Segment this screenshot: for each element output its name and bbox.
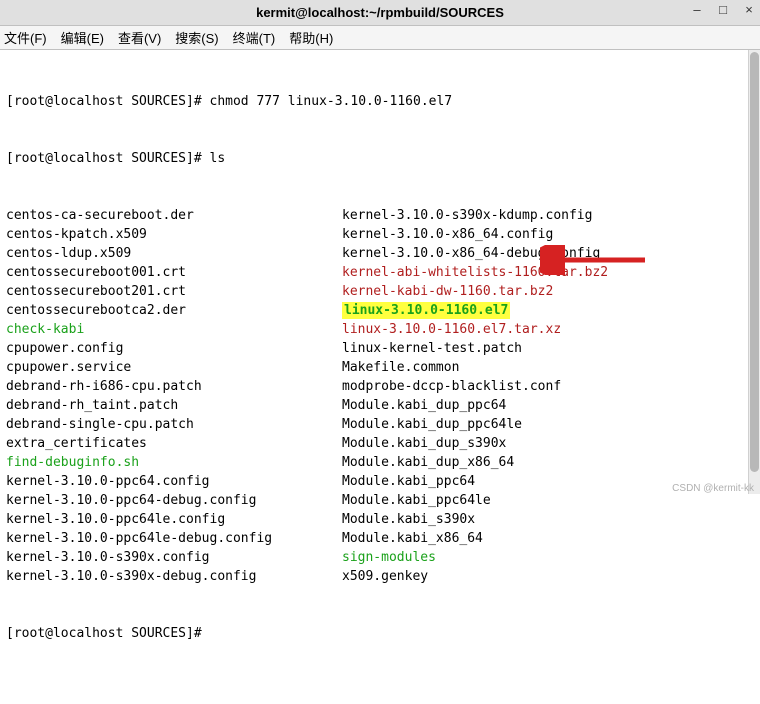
file-entry: Module.kabi_dup_ppc64le [342,417,522,432]
file-entry: kernel-3.10.0-ppc64.config [6,474,210,489]
listing-row: centos-ca-secureboot.der kernel-3.10.0-s3… [6,206,754,225]
file-entry: Module.kabi_dup_x86_64 [342,455,514,470]
listing-row: centos-ldup.x509 kernel-3.10.0-x86_64-deb… [6,244,754,263]
listing-row: centos-kpatch.x509 kernel-3.10.0-x86_64.c… [6,225,754,244]
file-entry: kernel-3.10.0-x86_64-debug.config [342,246,600,261]
file-entry: modprobe-dccp-blacklist.conf [342,379,561,394]
file-entry: kernel-3.10.0-s390x-kdump.config [342,208,592,223]
prompt-line-1: [root@localhost SOURCES]# chmod 777 linu… [6,92,754,111]
menu-search[interactable]: 搜索(S) [175,28,218,47]
maximize-button[interactable]: □ [716,2,730,17]
file-entry: centossecureboot001.crt [6,265,186,280]
menu-view[interactable]: 查看(V) [118,28,161,47]
minimize-button[interactable]: – [690,2,704,17]
listing-row: extra_certificates Module.kabi_dup_s390x [6,434,754,453]
file-entry: centos-kpatch.x509 [6,227,147,242]
titlebar: kermit@localhost:~/rpmbuild/SOURCES – □ … [0,0,760,26]
prompt-line-2: [root@localhost SOURCES]# ls [6,149,754,168]
file-entry: kernel-3.10.0-ppc64-debug.config [6,493,256,508]
file-entry: linux-3.10.0-1160.el7.tar.xz [342,322,561,337]
window-title: kermit@localhost:~/rpmbuild/SOURCES [256,5,504,20]
file-entry: cpupower.config [6,341,123,356]
file-entry: kernel-3.10.0-s390x-debug.config [6,569,256,584]
file-entry: linux-kernel-test.patch [342,341,522,356]
file-entry: kernel-kabi-dw-1160.tar.bz2 [342,284,553,299]
file-entry: kernel-3.10.0-s390x.config [6,550,210,565]
listing-row: check-kabi linux-3.10.0-1160.el7.tar.xz [6,320,754,339]
file-entry: debrand-single-cpu.patch [6,417,194,432]
listing-row: kernel-3.10.0-ppc64le.config Module.kabi_… [6,510,754,529]
file-entry: extra_certificates [6,436,147,451]
file-entry: centossecureboot201.crt [6,284,186,299]
file-entry: Module.kabi_dup_ppc64 [342,398,506,413]
file-entry: x509.genkey [342,569,428,584]
file-entry: Module.kabi_x86_64 [342,531,483,546]
file-entry: kernel-3.10.0-x86_64.config [342,227,553,242]
file-entry: kernel-3.10.0-ppc64le.config [6,512,225,527]
menu-terminal[interactable]: 终端(T) [233,28,276,47]
file-entry: centos-ldup.x509 [6,246,131,261]
listing-row: centossecurebootca2.der linux-3.10.0-1160… [6,301,754,320]
listing-row: cpupower.service Makefile.common [6,358,754,377]
file-entry: Makefile.common [342,360,459,375]
close-button[interactable]: × [742,2,756,17]
file-entry: sign-modules [342,550,436,565]
listing-row: debrand-rh-i686-cpu.patch modprobe-dccp-b… [6,377,754,396]
file-entry: kernel-3.10.0-ppc64le-debug.config [6,531,272,546]
file-entry: Module.kabi_dup_s390x [342,436,506,451]
file-entry: find-debuginfo.sh [6,455,139,470]
file-entry: cpupower.service [6,360,131,375]
menu-edit[interactable]: 编辑(E) [61,28,104,47]
listing-row: centossecureboot201.crt kernel-kabi-dw-11… [6,282,754,301]
listing-row: kernel-3.10.0-ppc64.config Module.kabi_pp… [6,472,754,491]
listing-row: debrand-rh_taint.patch Module.kabi_dup_pp… [6,396,754,415]
file-entry: Module.kabi_ppc64le [342,493,491,508]
listing-row: cpupower.config linux-kernel-test.patch [6,339,754,358]
scrollbar[interactable] [748,50,760,494]
terminal-output[interactable]: [root@localhost SOURCES]# chmod 777 linu… [0,50,760,704]
listing-row: kernel-3.10.0-ppc64-debug.config Module.k… [6,491,754,510]
window-controls: – □ × [690,2,756,17]
file-entry: Module.kabi_s390x [342,512,475,527]
menu-help[interactable]: 帮助(H) [289,28,333,47]
file-entry: kernel-abi-whitelists-1160.tar.bz2 [342,265,608,280]
listing-row: centossecureboot001.crt kernel-abi-whitel… [6,263,754,282]
listing-row: kernel-3.10.0-ppc64le-debug.config Module… [6,529,754,548]
watermark: CSDN @kermit-kk [672,483,754,494]
listing-row: find-debuginfo.sh Module.kabi_dup_x86_64 [6,453,754,472]
listing-row: kernel-3.10.0-s390x-debug.config x509.gen… [6,567,754,586]
file-entry: centos-ca-secureboot.der [6,208,194,223]
file-entry: Module.kabi_ppc64 [342,474,475,489]
file-entry: debrand-rh_taint.patch [6,398,178,413]
file-entry: check-kabi [6,322,84,337]
file-entry-highlighted: linux-3.10.0-1160.el7 [342,302,510,319]
scrollbar-thumb[interactable] [750,52,759,472]
ls-listing: centos-ca-secureboot.der kernel-3.10.0-s3… [6,206,754,586]
prompt-line-3: [root@localhost SOURCES]# [6,624,754,643]
listing-row: kernel-3.10.0-s390x.config sign-modules [6,548,754,567]
listing-row: debrand-single-cpu.patch Module.kabi_dup_… [6,415,754,434]
file-entry: centossecurebootca2.der [6,303,186,318]
menubar: 文件(F) 编辑(E) 查看(V) 搜索(S) 终端(T) 帮助(H) [0,26,760,50]
file-entry: debrand-rh-i686-cpu.patch [6,379,202,394]
menu-file[interactable]: 文件(F) [4,28,47,47]
